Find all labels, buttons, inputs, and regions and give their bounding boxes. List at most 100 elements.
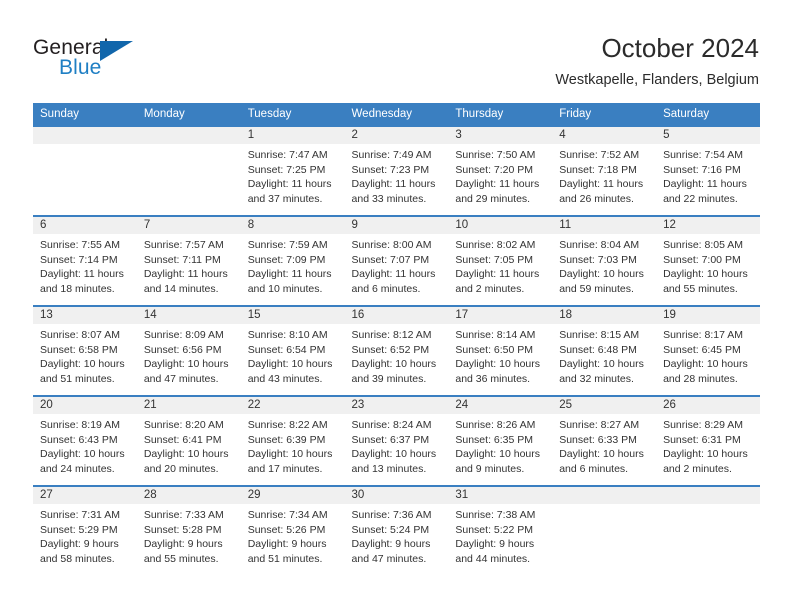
sunrise-text: Sunrise: 7:33 AM [143, 509, 224, 521]
sunrise-text: Sunrise: 7:50 AM [455, 149, 536, 161]
calendar-day-cell[interactable]: 28 Sunrise: 7:33 AM Sunset: 5:28 PM Dayligh… [136, 485, 241, 576]
sunset-text: Sunset: 6:52 PM [351, 343, 430, 356]
daylight-text-line1: Daylight: 11 hours [247, 178, 332, 190]
daylight-text-line2: and 51 minutes. [40, 372, 115, 385]
day-number: 5 [656, 127, 760, 144]
daylight-text-line1: Daylight: 10 hours [663, 448, 748, 460]
day-sun-info: Sunrise: 7:54 AM Sunset: 7:16 PM Daylight:… [656, 144, 760, 206]
calendar-day-cell[interactable]: 12 Sunrise: 8:05 AM Sunset: 7:00 PM Dayligh… [656, 215, 760, 306]
sunset-text: Sunset: 7:20 PM [455, 163, 534, 176]
daylight-text-line1: Daylight: 11 hours [351, 268, 436, 280]
sunset-text: Sunset: 6:50 PM [455, 343, 534, 356]
calendar-day-cell[interactable]: 18 Sunrise: 8:15 AM Sunset: 6:48 PM Dayligh… [552, 305, 657, 396]
calendar-day-cell[interactable]: 25 Sunrise: 8:27 AM Sunset: 6:33 PM Dayligh… [552, 395, 657, 486]
brand-logo[interactable]: General Blue [33, 36, 233, 86]
calendar-day-cell[interactable]: 26 Sunrise: 8:29 AM Sunset: 6:31 PM Dayligh… [656, 395, 760, 486]
sunrise-text: Sunrise: 8:09 AM [143, 329, 224, 341]
sunset-text: Sunset: 6:56 PM [143, 343, 222, 356]
calendar-day-cell[interactable]: 5 Sunrise: 7:54 AM Sunset: 7:16 PM Daylight… [656, 125, 760, 216]
sunrise-text: Sunrise: 8:15 AM [559, 329, 640, 341]
title-block: October 2024 Westkapelle, Flanders, Belg… [259, 32, 759, 90]
page-subtitle: Westkapelle, Flanders, Belgium [555, 72, 759, 88]
daylight-text-line2: and 58 minutes. [40, 552, 115, 565]
calendar-table: Sunday Monday Tuesday Wednesday Thursday Frid… [33, 103, 760, 576]
daylight-text-line1: Daylight: 9 hours [40, 538, 119, 550]
daylight-text-line2: and 44 minutes. [455, 552, 531, 565]
calendar-day-cell[interactable]: 21 Sunrise: 8:20 AM Sunset: 6:41 PM Dayligh… [136, 395, 241, 486]
daylight-text-line1: Daylight: 10 hours [143, 448, 229, 460]
calendar-day-cell[interactable]: 13 Sunrise: 8:07 AM Sunset: 6:58 PM Dayligh… [33, 305, 137, 396]
sunrise-text: Sunrise: 8:27 AM [559, 419, 640, 431]
calendar-day-cell[interactable]: 1 Sunrise: 7:47 AM Sunset: 7:25 PM Daylight… [240, 125, 345, 216]
calendar-week-row: 27 Sunrise: 7:31 AM Sunset: 5:29 PM Dayligh… [33, 485, 760, 576]
sunset-text: Sunset: 6:41 PM [143, 433, 222, 446]
sunrise-text: Sunrise: 7:57 AM [143, 239, 224, 251]
calendar-day-cell[interactable]: 17 Sunrise: 8:14 AM Sunset: 6:50 PM Dayligh… [448, 305, 553, 396]
calendar-day-cell[interactable]: 30 Sunrise: 7:36 AM Sunset: 5:24 PM Dayligh… [344, 485, 449, 576]
day-sun-info: Sunrise: 7:57 AM Sunset: 7:11 PM Daylight:… [137, 234, 241, 296]
sunset-text: Sunset: 7:00 PM [663, 253, 741, 266]
day-sun-info: Sunrise: 8:24 AM Sunset: 6:37 PM Daylight:… [345, 414, 449, 476]
calendar-day-cell[interactable]: 31 Sunrise: 7:38 AM Sunset: 5:22 PM Dayligh… [448, 485, 553, 576]
daylight-text-line2: and 29 minutes. [455, 192, 531, 205]
day-number: 30 [344, 487, 449, 504]
day-sun-info: Sunrise: 7:31 AM Sunset: 5:29 PM Daylight:… [33, 504, 137, 566]
calendar-page: General Blue October 2024 Westkapelle, F… [0, 0, 792, 612]
sunset-text: Sunset: 7:09 PM [247, 253, 326, 266]
calendar-day-cell[interactable]: 20 Sunrise: 8:19 AM Sunset: 6:43 PM Dayligh… [33, 395, 137, 486]
sunset-text: Sunset: 6:39 PM [247, 433, 326, 446]
day-number: 19 [656, 307, 760, 324]
sunset-text: Sunset: 5:22 PM [455, 523, 534, 536]
day-sun-info: Sunrise: 8:17 AM Sunset: 6:45 PM Daylight:… [656, 324, 760, 386]
calendar-day-cell[interactable]: 11 Sunrise: 8:04 AM Sunset: 7:03 PM Dayligh… [552, 215, 657, 306]
day-number: 29 [240, 487, 345, 504]
calendar-day-cell[interactable]: 3 Sunrise: 7:50 AM Sunset: 7:20 PM Daylight… [448, 125, 553, 216]
day-number: 7 [136, 217, 241, 234]
daylight-text-line1: Daylight: 9 hours [247, 538, 327, 550]
calendar-day-cell[interactable]: 10 Sunrise: 8:02 AM Sunset: 7:05 PM Dayligh… [448, 215, 553, 306]
calendar-day-cell[interactable]: 6 Sunrise: 7:55 AM Sunset: 7:14 PM Daylight… [33, 215, 137, 306]
sunrise-text: Sunrise: 8:26 AM [455, 419, 536, 431]
daylight-text-line1: Daylight: 10 hours [559, 448, 644, 460]
day-number: 21 [136, 397, 241, 414]
calendar-day-cell[interactable]: 9 Sunrise: 8:00 AM Sunset: 7:07 PM Daylight… [344, 215, 449, 306]
daylight-text-line2: and 6 minutes. [351, 282, 421, 295]
daylight-text-line1: Daylight: 10 hours [40, 358, 125, 370]
calendar-day-cell[interactable]: 2 Sunrise: 7:49 AM Sunset: 7:23 PM Daylight… [344, 125, 449, 216]
calendar-day-cell[interactable]: 14 Sunrise: 8:09 AM Sunset: 6:56 PM Dayligh… [136, 305, 241, 396]
sunrise-text: Sunrise: 7:38 AM [455, 509, 536, 521]
calendar-day-cell[interactable]: 23 Sunrise: 8:24 AM Sunset: 6:37 PM Dayligh… [344, 395, 449, 486]
sunset-text: Sunset: 6:33 PM [559, 433, 637, 446]
weekday-header-monday: Monday [136, 103, 241, 126]
sunrise-text: Sunrise: 8:24 AM [351, 419, 432, 431]
day-number: 14 [136, 307, 241, 324]
daylight-text-line1: Daylight: 11 hours [40, 268, 124, 280]
page-title: October 2024 [601, 33, 759, 63]
calendar-day-cell[interactable]: 16 Sunrise: 8:12 AM Sunset: 6:52 PM Dayligh… [344, 305, 449, 396]
calendar-day-cell[interactable]: 22 Sunrise: 8:22 AM Sunset: 6:39 PM Dayligh… [240, 395, 345, 486]
daylight-text-line2: and 37 minutes. [247, 192, 323, 205]
calendar-day-cell[interactable]: 24 Sunrise: 8:26 AM Sunset: 6:35 PM Dayligh… [448, 395, 553, 486]
day-sun-info: Sunrise: 7:52 AM Sunset: 7:18 PM Daylight:… [552, 144, 656, 206]
sunset-text: Sunset: 5:29 PM [40, 523, 118, 536]
calendar-header-row: Sunday Monday Tuesday Wednesday Thursday Frid… [33, 103, 760, 126]
calendar-day-cell[interactable]: 8 Sunrise: 7:59 AM Sunset: 7:09 PM Daylight… [240, 215, 345, 306]
calendar-day-cell[interactable]: 27 Sunrise: 7:31 AM Sunset: 5:29 PM Dayligh… [33, 485, 137, 576]
day-number: 1 [240, 127, 345, 144]
daylight-text-line2: and 10 minutes. [247, 282, 323, 295]
sunrise-text: Sunrise: 8:20 AM [143, 419, 224, 431]
calendar-day-cell[interactable]: 29 Sunrise: 7:34 AM Sunset: 5:26 PM Dayligh… [240, 485, 345, 576]
day-sun-info: Sunrise: 8:07 AM Sunset: 6:58 PM Daylight:… [33, 324, 137, 386]
sunrise-text: Sunrise: 7:47 AM [247, 149, 328, 161]
calendar-day-cell[interactable]: 7 Sunrise: 7:57 AM Sunset: 7:11 PM Daylight… [136, 215, 241, 306]
calendar-day-cell[interactable]: 4 Sunrise: 7:52 AM Sunset: 7:18 PM Daylight… [552, 125, 657, 216]
calendar-day-cell[interactable]: 15 Sunrise: 8:10 AM Sunset: 6:54 PM Dayligh… [240, 305, 345, 396]
daylight-text-line1: Daylight: 11 hours [663, 178, 747, 190]
day-sun-info: Sunrise: 8:27 AM Sunset: 6:33 PM Daylight:… [552, 414, 656, 476]
day-sun-info: Sunrise: 8:26 AM Sunset: 6:35 PM Daylight:… [448, 414, 552, 476]
day-sun-info: Sunrise: 8:29 AM Sunset: 6:31 PM Daylight:… [656, 414, 760, 476]
day-number: 27 [33, 487, 137, 504]
day-number [136, 127, 241, 144]
day-sun-info: Sunrise: 7:38 AM Sunset: 5:22 PM Daylight:… [448, 504, 552, 566]
calendar-day-cell[interactable]: 19 Sunrise: 8:17 AM Sunset: 6:45 PM Dayligh… [656, 305, 760, 396]
